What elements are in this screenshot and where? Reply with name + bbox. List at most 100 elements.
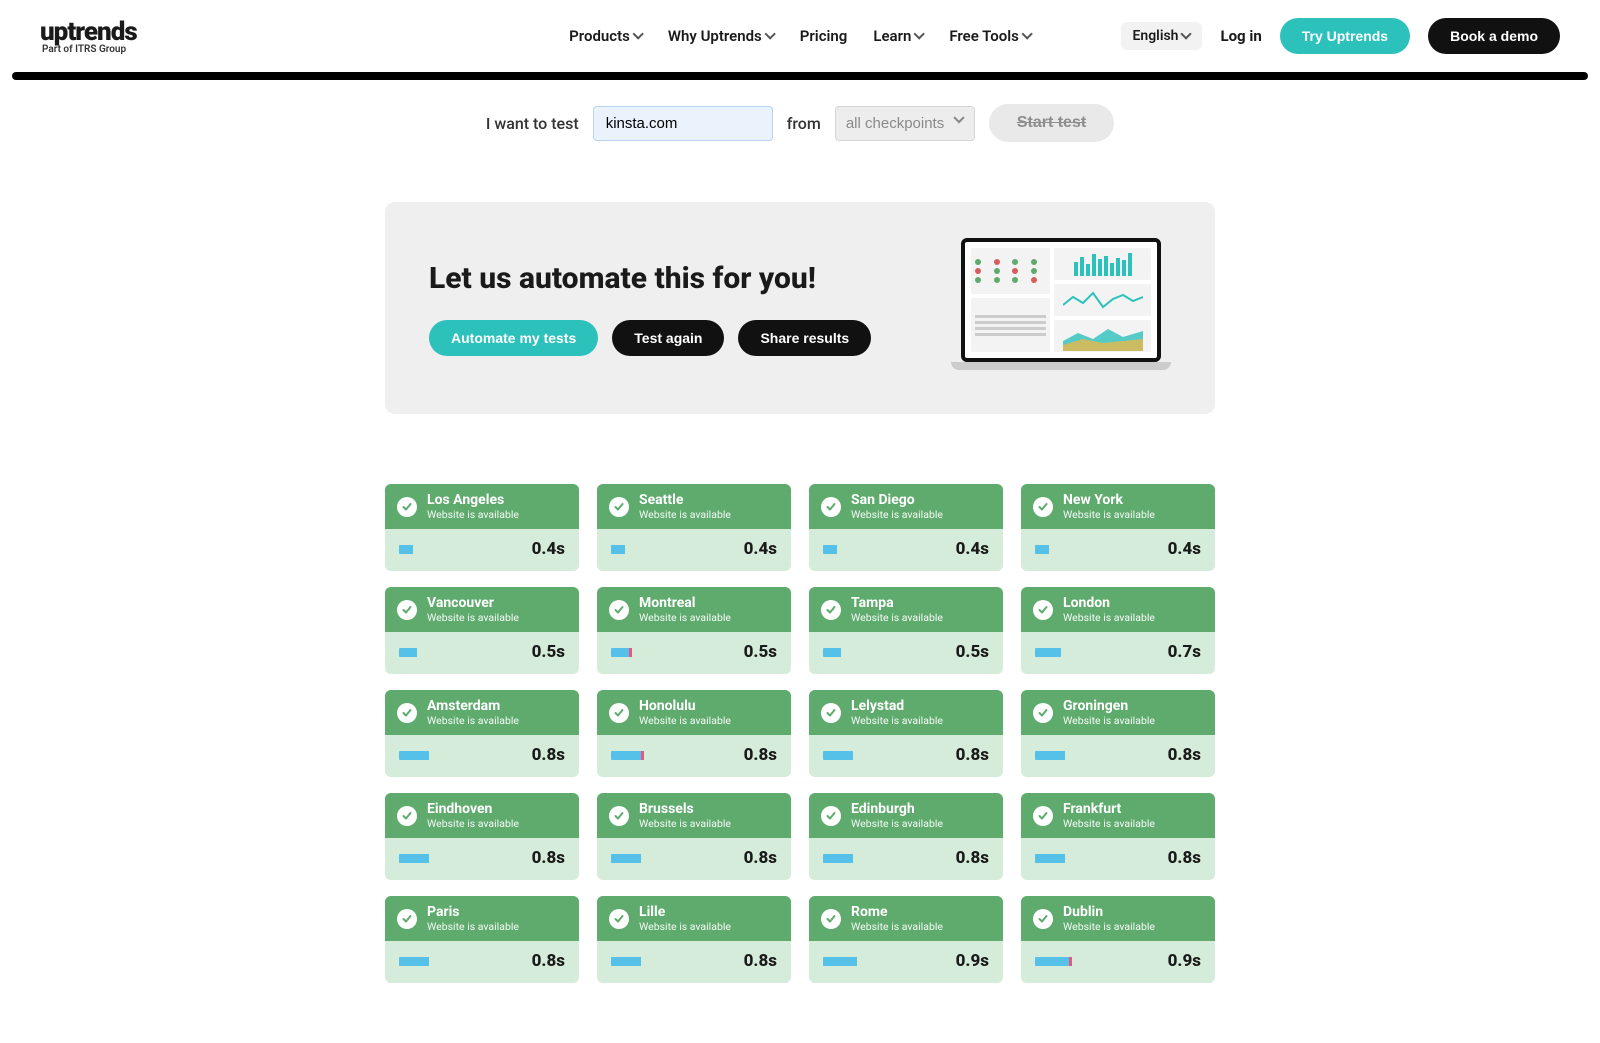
checkmark-icon xyxy=(821,806,841,826)
top-nav: uptrends Part of ITRS Group Products Why… xyxy=(0,0,1600,72)
result-status: Website is available xyxy=(427,920,519,933)
result-progress-bar xyxy=(611,957,711,966)
result-time: 0.4s xyxy=(744,539,777,559)
result-card-body: 0.9s xyxy=(1021,941,1215,983)
result-card: San DiegoWebsite is available0.4s xyxy=(809,484,1003,571)
result-card-header[interactable]: FrankfurtWebsite is available xyxy=(1021,793,1215,838)
nav-why[interactable]: Why Uptrends xyxy=(668,27,774,45)
result-card: EdinburghWebsite is available0.8s xyxy=(809,793,1003,880)
result-card-header[interactable]: GroningenWebsite is available xyxy=(1021,690,1215,735)
nav-pricing[interactable]: Pricing xyxy=(800,27,848,45)
result-card: LilleWebsite is available 0.8s xyxy=(597,896,791,983)
result-card-header[interactable]: MontrealWebsite is available xyxy=(597,587,791,632)
result-time: 0.9s xyxy=(956,951,989,971)
test-again-button[interactable]: Test again xyxy=(612,320,724,356)
result-card-header[interactable]: AmsterdamWebsite is available xyxy=(385,690,579,735)
result-card: FrankfurtWebsite is available 0.8s xyxy=(1021,793,1215,880)
page-content: I want to test from all checkpoints Star… xyxy=(160,80,1440,1043)
result-card-header[interactable]: BrusselsWebsite is available xyxy=(597,793,791,838)
checkpoints-select[interactable]: all checkpoints xyxy=(835,106,975,141)
result-card-body: 0.8s xyxy=(597,735,791,777)
result-card: SeattleWebsite is available 0.4s xyxy=(597,484,791,571)
result-card-header[interactable]: RomeWebsite is available xyxy=(809,896,1003,941)
logo-text: uptrends xyxy=(40,17,137,47)
result-card-header[interactable]: TampaWebsite is available xyxy=(809,587,1003,632)
test-input-row: I want to test from all checkpoints Star… xyxy=(200,80,1400,162)
automate-tests-button[interactable]: Automate my tests xyxy=(429,320,598,356)
checkmark-icon xyxy=(397,703,417,723)
result-city: Brussels xyxy=(639,801,731,817)
result-status: Website is available xyxy=(851,508,943,521)
result-progress-bar xyxy=(1035,545,1135,554)
result-card-header[interactable]: Los AngelesWebsite is available xyxy=(385,484,579,529)
result-card-header[interactable]: ParisWebsite is available xyxy=(385,896,579,941)
checkmark-icon xyxy=(397,600,417,620)
url-input[interactable] xyxy=(593,106,773,141)
result-card: TampaWebsite is available0.5s xyxy=(809,587,1003,674)
result-progress-bar xyxy=(1035,751,1135,760)
result-time: 0.8s xyxy=(1168,745,1201,765)
result-time: 0.4s xyxy=(532,539,565,559)
result-card-header[interactable]: LondonWebsite is available xyxy=(1021,587,1215,632)
result-status: Website is available xyxy=(851,817,943,830)
nav-learn[interactable]: Learn xyxy=(873,27,923,45)
book-demo-button[interactable]: Book a demo xyxy=(1428,18,1560,54)
result-card-header[interactable]: EindhovenWebsite is available xyxy=(385,793,579,838)
result-status: Website is available xyxy=(1063,920,1155,933)
try-uptrends-button[interactable]: Try Uptrends xyxy=(1280,18,1410,54)
result-card-body: 0.8s xyxy=(385,735,579,777)
result-card-body: 0.8s xyxy=(1021,735,1215,777)
result-card: LelystadWebsite is available 0.8s xyxy=(809,690,1003,777)
login-link[interactable]: Log in xyxy=(1220,27,1261,45)
result-progress-bar xyxy=(611,854,711,863)
checkmark-icon xyxy=(397,909,417,929)
result-status: Website is available xyxy=(427,611,519,624)
checkmark-icon xyxy=(609,909,629,929)
result-card-body: 0.8s xyxy=(809,838,1003,880)
promo-title: Let us automate this for you! xyxy=(429,261,871,296)
result-progress-bar xyxy=(399,545,499,554)
result-card-header[interactable]: VancouverWebsite is available xyxy=(385,587,579,632)
result-card-header[interactable]: DublinWebsite is available xyxy=(1021,896,1215,941)
share-results-button[interactable]: Share results xyxy=(738,320,871,356)
result-status: Website is available xyxy=(427,508,519,521)
results-grid: Los AngelesWebsite is available0.4sSeatt… xyxy=(385,484,1215,983)
chevron-down-icon xyxy=(1021,28,1032,39)
result-card: Los AngelesWebsite is available 0.4s xyxy=(385,484,579,571)
result-card: GroningenWebsite is available 0.8s xyxy=(1021,690,1215,777)
result-card-header[interactable]: HonoluluWebsite is available xyxy=(597,690,791,735)
result-time: 0.5s xyxy=(532,642,565,662)
chevron-down-icon xyxy=(632,28,643,39)
result-time: 0.8s xyxy=(744,951,777,971)
result-city: New York xyxy=(1063,492,1155,508)
result-city: Tampa xyxy=(851,595,943,611)
result-status: Website is available xyxy=(851,611,943,624)
result-card: EindhovenWebsite is available0.8s xyxy=(385,793,579,880)
result-city: Lille xyxy=(639,904,731,920)
result-city: Montreal xyxy=(639,595,731,611)
result-card-header[interactable]: EdinburghWebsite is available xyxy=(809,793,1003,838)
result-card-header[interactable]: LilleWebsite is available xyxy=(597,896,791,941)
result-card-header[interactable]: San DiegoWebsite is available xyxy=(809,484,1003,529)
result-progress-bar xyxy=(1035,854,1135,863)
test-prefix-label: I want to test xyxy=(486,114,579,133)
nav-tools[interactable]: Free Tools xyxy=(949,27,1030,45)
language-selector[interactable]: English xyxy=(1121,22,1203,50)
nav-products[interactable]: Products xyxy=(569,27,642,45)
result-card: New YorkWebsite is available0.4s xyxy=(1021,484,1215,571)
start-test-button[interactable]: Start test xyxy=(989,104,1114,142)
logo[interactable]: uptrends Part of ITRS Group xyxy=(40,17,137,55)
chevron-down-icon xyxy=(764,28,775,39)
result-card: DublinWebsite is available0.9s xyxy=(1021,896,1215,983)
result-card-body: 0.8s xyxy=(1021,838,1215,880)
checkpoints-select-wrap: all checkpoints xyxy=(835,106,975,141)
result-time: 0.8s xyxy=(1168,848,1201,868)
result-time: 0.8s xyxy=(956,745,989,765)
result-card-header[interactable]: LelystadWebsite is available xyxy=(809,690,1003,735)
chevron-down-icon xyxy=(1181,28,1192,39)
result-card-header[interactable]: New YorkWebsite is available xyxy=(1021,484,1215,529)
nav-center: Products Why Uptrends Pricing Learn Free… xyxy=(569,27,1031,45)
result-card-header[interactable]: SeattleWebsite is available xyxy=(597,484,791,529)
checkmark-icon xyxy=(821,703,841,723)
checkmark-icon xyxy=(1033,703,1053,723)
